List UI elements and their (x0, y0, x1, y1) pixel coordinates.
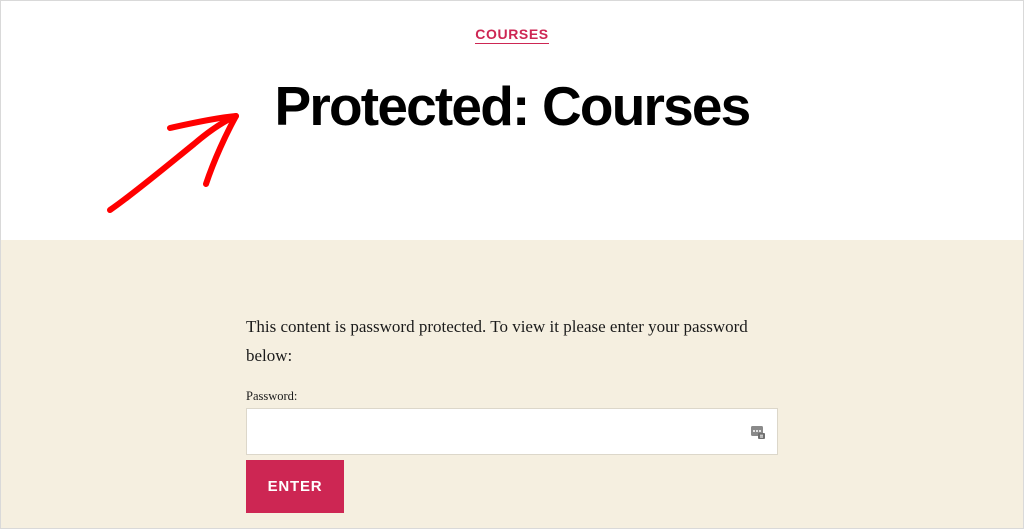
page-header: COURSES Protected: Courses (0, 0, 1024, 240)
password-protected-message: This content is password protected. To v… (246, 317, 748, 365)
category-link-wrapper: COURSES (0, 26, 1024, 44)
password-label: Password: (246, 389, 298, 403)
password-input[interactable] (247, 409, 777, 454)
enter-button[interactable]: ENTER (246, 460, 344, 513)
password-field[interactable] (246, 408, 778, 455)
category-link[interactable]: COURSES (475, 26, 549, 44)
password-manager-key-icon[interactable] (750, 424, 766, 440)
password-protected-content: This content is password protected. To v… (0, 240, 1024, 529)
page-title: Protected: Courses (274, 75, 752, 137)
